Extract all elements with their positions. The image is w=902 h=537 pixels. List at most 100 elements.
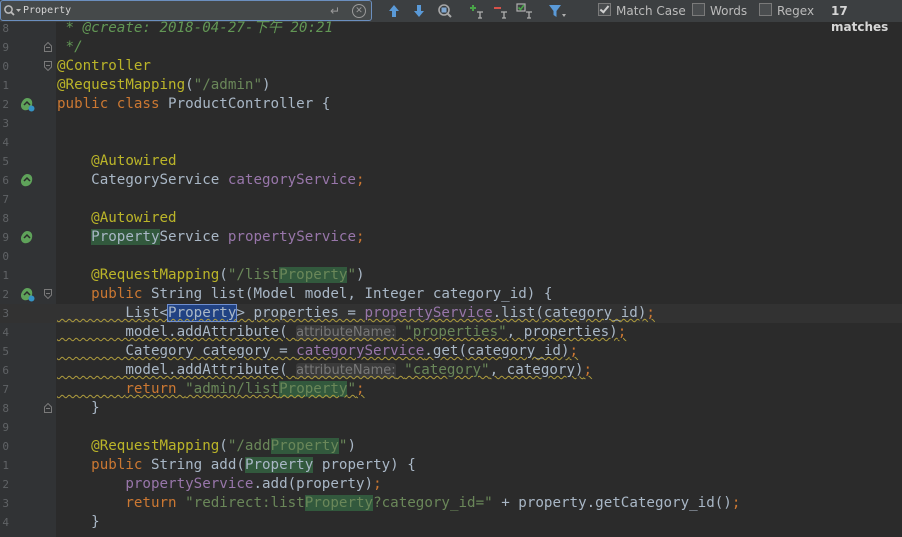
line-number: 7 bbox=[2, 193, 9, 206]
code-token: ) bbox=[262, 77, 271, 93]
find-all-icon[interactable] bbox=[436, 2, 454, 20]
code-line[interactable]: 1 @RequestMapping("/listProperty") bbox=[0, 266, 902, 285]
code-editor[interactable]: 8 * @create: 2018-04-27-下午 20:21 9 */0 @Co… bbox=[0, 19, 902, 537]
code-token: return bbox=[125, 495, 186, 511]
previous-occurrence-icon[interactable] bbox=[386, 2, 402, 20]
regex-check-icon[interactable] bbox=[759, 3, 772, 16]
line-number: 3 bbox=[2, 307, 9, 320]
code-line[interactable]: 9 bbox=[0, 418, 902, 437]
code-token: > properties = bbox=[236, 305, 365, 321]
code-token: propertyService bbox=[364, 305, 493, 321]
code-line[interactable]: 9 PropertyService propertyService; bbox=[0, 228, 902, 247]
code-line[interactable]: 2 propertyService.add(property); bbox=[0, 475, 902, 494]
code-line[interactable]: 9 */ bbox=[0, 38, 902, 57]
code-token: " bbox=[347, 381, 356, 397]
code-text: @Controller bbox=[57, 57, 151, 76]
spring-bean-icon[interactable] bbox=[19, 173, 35, 188]
filter-icon[interactable] bbox=[547, 2, 567, 20]
code-line[interactable]: 0 @Controller bbox=[0, 57, 902, 76]
code-line[interactable]: 4 bbox=[0, 133, 902, 152]
code-text: public class ProductController { bbox=[57, 95, 330, 114]
code-line[interactable]: 4 model.addAttribute( attributeName: "pr… bbox=[0, 323, 902, 342]
line-number: 8 bbox=[2, 22, 9, 35]
code-line[interactable]: 0 bbox=[0, 247, 902, 266]
request-mapping-icon[interactable] bbox=[19, 287, 35, 302]
next-occurrence-icon[interactable] bbox=[411, 2, 427, 20]
line-number: 6 bbox=[2, 364, 9, 377]
code-line[interactable]: 5 Category category = categoryService.ge… bbox=[0, 342, 902, 361]
code-token: @Controller bbox=[57, 58, 151, 74]
code-line[interactable]: 3 return "redirect:listProperty?category… bbox=[0, 494, 902, 513]
code-text: */ bbox=[57, 38, 83, 57]
code-token: public class bbox=[57, 96, 169, 112]
fold-collapse-icon[interactable] bbox=[44, 289, 52, 299]
code-token: * bbox=[57, 20, 83, 36]
code-line[interactable]: 7 bbox=[0, 190, 902, 209]
spring-bean-icon[interactable] bbox=[19, 230, 35, 245]
code-token: ) bbox=[347, 438, 356, 454]
regex-checkbox[interactable]: Regex bbox=[759, 3, 814, 19]
code-line[interactable]: 5 @Autowired bbox=[0, 152, 902, 171]
select-all-occurrences-icon[interactable] bbox=[515, 2, 535, 20]
code-token: @Autowired bbox=[91, 153, 177, 169]
code-line[interactable]: 1 @RequestMapping("/admin") bbox=[0, 76, 902, 95]
search-input[interactable] bbox=[23, 2, 323, 19]
fold-end-icon[interactable] bbox=[44, 42, 52, 52]
remove-occurrence-icon[interactable] bbox=[491, 2, 509, 20]
fold-end-icon[interactable] bbox=[44, 403, 52, 413]
code-token: @create: bbox=[82, 20, 151, 36]
code-token: "/admin" bbox=[193, 77, 263, 93]
code-token: property) { bbox=[313, 457, 416, 473]
code-token: .get(category_id) bbox=[424, 343, 570, 359]
code-text: @Autowired bbox=[57, 209, 176, 228]
code-line[interactable]: 8 * @create: 2018-04-27-下午 20:21 bbox=[0, 19, 902, 38]
code-line[interactable]: 4 } bbox=[0, 513, 902, 532]
code-text: List<Property> properties = propertyServ… bbox=[57, 304, 655, 323]
add-occurrence-icon[interactable] bbox=[467, 2, 485, 20]
line-number: 6 bbox=[2, 174, 9, 187]
code-line[interactable]: 3 List<Property> properties = propertySe… bbox=[0, 304, 902, 323]
code-line[interactable]: 8 @Autowired bbox=[0, 209, 902, 228]
code-line[interactable]: 8 } bbox=[0, 399, 902, 418]
line-number: 9 bbox=[2, 41, 9, 54]
code-text: } bbox=[57, 399, 100, 418]
words-check-icon[interactable] bbox=[692, 3, 705, 16]
clear-search-icon[interactable]: ✕ bbox=[352, 4, 366, 18]
code-token: ; bbox=[569, 343, 579, 359]
code-token: ; bbox=[583, 362, 593, 378]
regex-label: Regex bbox=[777, 4, 815, 18]
words-checkbox[interactable]: Words bbox=[692, 3, 747, 19]
code-text: @RequestMapping("/addProperty") bbox=[57, 437, 356, 456]
line-number: 4 bbox=[2, 326, 9, 339]
code-text: PropertyService propertyService; bbox=[57, 228, 365, 247]
code-line[interactable]: 0 @RequestMapping("/addProperty") bbox=[0, 437, 902, 456]
code-line[interactable]: 6 model.addAttribute( attributeName: "ca… bbox=[0, 361, 902, 380]
code-line[interactable]: 2 public class ProductController { bbox=[0, 95, 902, 114]
match-case-checkbox[interactable]: Match Case bbox=[598, 3, 686, 19]
search-field[interactable]: ↵ ✕ bbox=[0, 0, 372, 21]
code-token: ; bbox=[355, 229, 365, 245]
code-text: @Autowired bbox=[57, 152, 177, 171]
search-history-icon[interactable] bbox=[3, 4, 23, 18]
code-line[interactable]: 3 bbox=[0, 114, 902, 133]
code-line[interactable]: 1 public String add(Property property) { bbox=[0, 456, 902, 475]
line-number: 0 bbox=[2, 60, 9, 73]
code-token: , category) bbox=[489, 362, 584, 378]
spring-class-icon[interactable] bbox=[19, 97, 35, 112]
line-number: 3 bbox=[2, 117, 9, 130]
code-line[interactable]: 6 CategoryService categoryService; bbox=[0, 171, 902, 190]
match-case-check-icon[interactable] bbox=[598, 3, 611, 16]
code-line[interactable]: 7 return "admin/listProperty"; bbox=[0, 380, 902, 399]
search-match: Property bbox=[279, 381, 348, 397]
code-token: ; bbox=[617, 324, 627, 340]
code-line[interactable]: 2 public String list(Model model, Intege… bbox=[0, 285, 902, 304]
line-number: 1 bbox=[2, 459, 9, 472]
code-text: model.addAttribute( attributeName: "prop… bbox=[57, 323, 626, 342]
code-text: CategoryService categoryService; bbox=[57, 171, 364, 190]
fold-collapse-icon[interactable] bbox=[44, 61, 52, 71]
